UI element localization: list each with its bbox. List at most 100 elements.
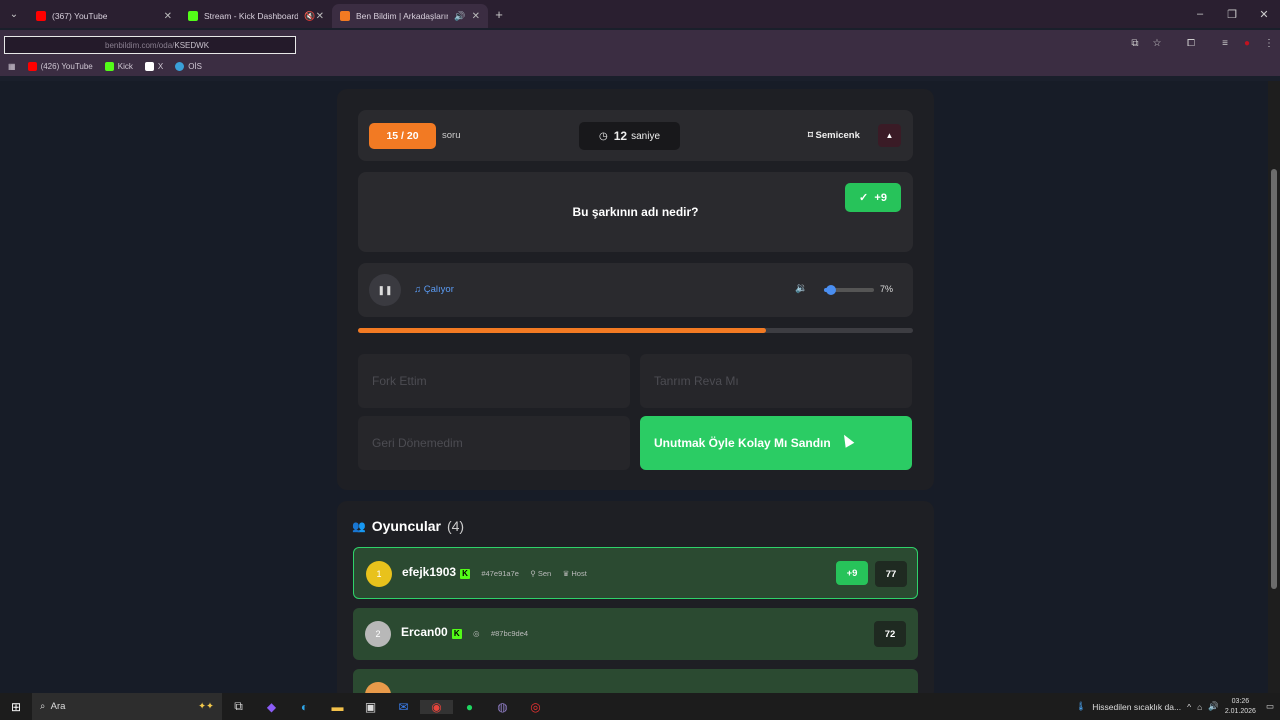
bookmark-ois[interactable]: OİS	[175, 61, 203, 71]
you-tag: ⚲ Sen	[530, 569, 552, 578]
tab-search-icon[interactable]: ⌄	[0, 0, 28, 28]
close-tab-icon[interactable]: ✕	[164, 11, 172, 22]
copilot-icon[interactable]: ◆	[255, 700, 288, 714]
page-scrollbar[interactable]	[1268, 81, 1280, 693]
bookmark-x[interactable]: X	[144, 61, 164, 71]
close-tab-icon[interactable]: ✕	[316, 11, 324, 22]
answer-option[interactable]: Fork Ettim	[358, 354, 630, 408]
scrollbar-thumb[interactable]	[1271, 169, 1277, 589]
weather-icon[interactable]: 🌡	[1075, 701, 1086, 712]
player-hash: #47e91a7e	[481, 569, 519, 578]
obs-icon[interactable]: ◎	[519, 700, 552, 714]
tab-kick-dashboard[interactable]: Stream - Kick Dashboard 🔇 ✕	[180, 4, 332, 28]
windows-taskbar: ⊞ ⌕ Ara ✦✦ ⧉ ◆ ◐ ▬ ▣ ✉ ◉ ● ◍ ◎ 🌡 Hissedi…	[0, 693, 1280, 720]
rank-badge: 2	[365, 621, 391, 647]
kick-icon: K	[451, 629, 462, 639]
url-field[interactable]: benbildim.com/oda/KSEDWK	[4, 36, 296, 54]
player-name-line: Ercan00 K ◎ #87bc9de4	[401, 625, 528, 639]
store-icon[interactable]: ▣	[354, 700, 387, 714]
player-status-text: Çalıyor	[423, 284, 454, 295]
volume-slider[interactable]	[824, 285, 874, 295]
report-button[interactable]: ▲	[878, 124, 901, 147]
tray-chevron-icon[interactable]: ^	[1187, 702, 1191, 712]
username-label: ⌑ Semicenk	[808, 130, 860, 141]
bookmark-label: (426) YouTube	[40, 61, 93, 71]
bookmark-label: X	[157, 61, 164, 71]
timer: ◷ 12 saniye	[579, 122, 680, 150]
clock[interactable]: 03:26 2.01.2026	[1225, 697, 1256, 717]
tab-title: Stream - Kick Dashboard	[203, 11, 299, 21]
extensions-icon[interactable]: ⧠	[1180, 38, 1202, 49]
address-bar-row: benbildim.com/oda/KSEDWK ⧉ ☆ ⧠ ≡ ● ⋮	[0, 30, 1280, 56]
notifications-icon[interactable]: ▭	[1266, 701, 1274, 712]
install-icon[interactable]: ⧉	[1124, 38, 1146, 49]
timer-value: 12	[613, 129, 628, 143]
copilot-sparkle-icon: ✦✦	[198, 701, 214, 712]
start-icon[interactable]: ⊞	[0, 700, 32, 714]
points-earned: +9	[874, 191, 887, 204]
pause-button[interactable]: ❚❚	[369, 274, 401, 306]
bookmark-kick[interactable]: Kick	[104, 61, 133, 71]
new-tab-button[interactable]: +	[488, 7, 510, 22]
volume-percent: 7%	[880, 284, 894, 294]
weather-text[interactable]: Hissedilen sıcaklık da...	[1092, 702, 1181, 712]
edge-icon[interactable]: ◐	[288, 700, 321, 714]
discord-icon[interactable]: ◍	[486, 700, 519, 714]
ois-icon	[175, 61, 185, 71]
answer-label: Geri Dönemedim	[372, 436, 463, 450]
check-icon: ✓	[859, 192, 875, 204]
total-score: 77	[875, 561, 907, 587]
tab-title: Ben Bildim | Arkadaşlarınla	[356, 11, 448, 21]
benbildim-icon	[340, 11, 350, 21]
task-view-icon[interactable]: ⧉	[222, 699, 255, 714]
answer-option[interactable]: Tanrım Reva Mı	[640, 354, 912, 408]
url-host: benbildim.com/oda/	[105, 40, 175, 50]
muted-icon[interactable]: 🔇	[304, 11, 315, 22]
page-content: 15 / 20 soru ◷ 12 saniye ⌑ Semicenk ▲ Bu…	[0, 81, 1268, 693]
url-path: KSEDWK	[174, 40, 210, 50]
media-control-icon[interactable]: ≡	[1214, 38, 1236, 49]
song-progress-fill	[358, 328, 766, 333]
file-explorer-icon[interactable]: ▬	[321, 700, 354, 714]
clock-date: 2.01.2026	[1224, 707, 1256, 715]
answer-label: Tanrım Reva Mı	[654, 374, 739, 388]
bookmarks-bar: ▦ (426) YouTube Kick X OİS	[0, 56, 1280, 76]
game-header: 15 / 20 soru ◷ 12 saniye ⌑ Semicenk ▲	[358, 110, 913, 161]
players-title-text: Oyuncular	[371, 518, 441, 534]
answer-option-correct[interactable]: Unutmak Öyle Kolay Mı Sandın	[640, 416, 912, 470]
taskbar-search[interactable]: ⌕ Ara ✦✦	[32, 693, 222, 720]
bookmark-label: OİS	[188, 61, 203, 71]
apps-icon[interactable]: ▦	[8, 62, 16, 71]
volume-tray-icon[interactable]: 🔊	[1208, 701, 1219, 712]
warning-icon: ▲	[885, 131, 894, 140]
bookmark-star-icon[interactable]: ☆	[1146, 38, 1168, 49]
profile-avatar[interactable]: ●	[1236, 38, 1258, 49]
volume-slider-knob[interactable]	[825, 285, 836, 295]
bookmark-youtube[interactable]: (426) YouTube	[27, 61, 93, 71]
tab-youtube[interactable]: (367) YouTube ✕	[28, 4, 180, 28]
menu-icon[interactable]: ⋮	[1258, 38, 1280, 49]
youtube-icon	[36, 11, 46, 21]
timer-unit: saniye	[631, 130, 660, 142]
player-row: 2 Ercan00 K ◎ #87bc9de4 72	[353, 608, 918, 660]
player-hash: #87bc9de4	[490, 629, 529, 638]
answer-option[interactable]: Geri Dönemedim	[358, 416, 630, 470]
youtube-icon	[27, 61, 37, 71]
close-tab-icon[interactable]: ✕	[472, 11, 480, 22]
volume-icon[interactable]: 🔉	[795, 283, 807, 294]
username: Semicenk	[815, 130, 860, 141]
spotify-icon[interactable]: ●	[453, 700, 486, 714]
pause-icon: ❚❚	[377, 284, 393, 295]
restore-button[interactable]: ❐	[1216, 0, 1248, 28]
total-score: 72	[874, 621, 906, 647]
close-window-button[interactable]: ✕	[1248, 0, 1280, 28]
tab-ben-bildim[interactable]: Ben Bildim | Arkadaşlarınla 🔊 ✕	[332, 4, 488, 28]
player-status: ♫ Çalıyor	[414, 284, 454, 295]
mail-icon[interactable]: ✉	[387, 700, 420, 714]
chrome-icon[interactable]: ◉	[420, 699, 453, 714]
network-icon[interactable]: ⌂	[1197, 702, 1202, 712]
player-name: efejk1903	[402, 565, 457, 579]
sound-icon[interactable]: 🔊	[454, 11, 465, 22]
question-text: Bu şarkının adı nedir?	[572, 205, 699, 219]
minimize-button[interactable]: –	[1184, 0, 1216, 28]
